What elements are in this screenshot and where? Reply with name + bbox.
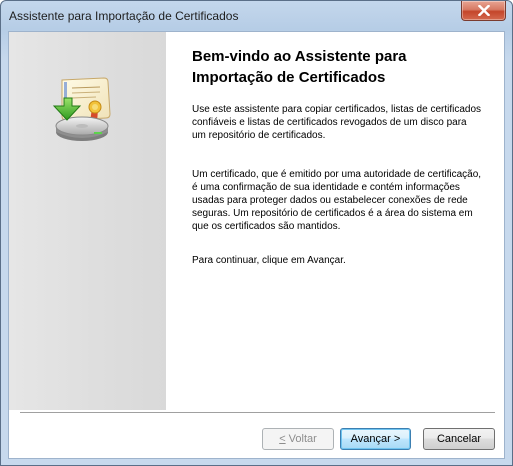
cancel-button-label: Cancelar <box>436 433 482 445</box>
back-button[interactable]: < Voltar <box>262 428 334 450</box>
close-button[interactable] <box>461 1 506 21</box>
back-button-label: Voltar <box>285 433 317 445</box>
certificate-description-paragraph: Um certificado, que é emitido por uma au… <box>192 169 482 232</box>
page-title: Bem-vindo ao Assistente para Importação … <box>192 46 492 88</box>
certificate-import-icon <box>52 77 111 141</box>
close-icon <box>477 5 490 16</box>
next-button[interactable]: Avançar > <box>340 428 411 450</box>
cancel-button[interactable]: Cancelar <box>423 428 495 450</box>
next-button-label: Avançar > <box>350 433 401 445</box>
page-title-line-2: Importação de Certificados <box>192 69 386 86</box>
wizard-client-area: Bem-vindo ao Assistente para Importação … <box>8 31 505 459</box>
wizard-side-panel <box>9 32 166 410</box>
title-bar[interactable]: Assistente para Importação de Certificad… <box>1 1 512 31</box>
continue-instruction: Para continuar, clique em Avançar. <box>192 255 346 266</box>
footer-separator <box>20 412 495 414</box>
page-title-line-1: Bem-vindo ao Assistente para <box>192 48 407 65</box>
window-title: Assistente para Importação de Certificad… <box>9 9 239 23</box>
intro-paragraph: Use este assistente para copiar certific… <box>192 104 482 141</box>
wizard-window: Assistente para Importação de Certificad… <box>0 0 513 466</box>
